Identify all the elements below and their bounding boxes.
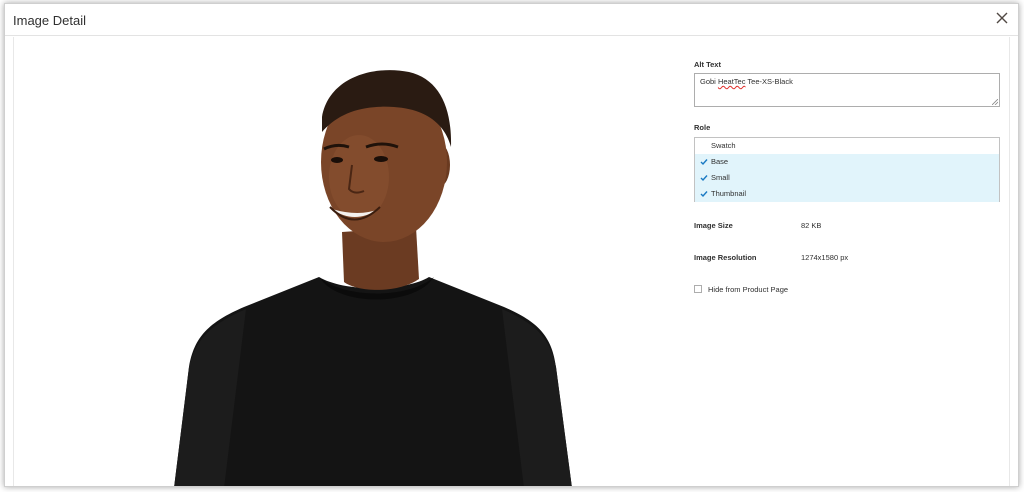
modal-title: Image Detail <box>13 13 86 28</box>
role-multiselect[interactable]: Swatch Base Small Thumbnail <box>694 137 1000 202</box>
resize-grip-icon[interactable] <box>992 99 998 105</box>
close-icon[interactable] <box>994 10 1010 26</box>
image-resolution-value: 1274x1580 px <box>801 253 849 262</box>
hide-from-product-page-label[interactable]: Hide from Product Page <box>708 285 788 294</box>
image-size-label: Image Size <box>694 221 733 230</box>
alt-text-value-start: Gobi <box>700 77 718 86</box>
image-resolution-label: Image Resolution <box>694 253 757 262</box>
image-detail-modal: Image Detail Alt Text Gobi HeatTec Tee-X… <box>4 3 1019 487</box>
alt-text-label: Alt Text <box>694 60 721 69</box>
role-option-swatch[interactable]: Swatch <box>695 138 999 154</box>
check-icon <box>700 191 708 198</box>
role-label: Role <box>694 123 711 132</box>
alt-text-field[interactable]: Gobi HeatTec Tee-XS-Black <box>694 73 1000 107</box>
role-option-label: Base <box>711 157 729 166</box>
check-icon <box>700 175 708 182</box>
product-image <box>14 37 674 486</box>
role-option-thumbnail[interactable]: Thumbnail <box>695 186 999 202</box>
image-size-value: 82 KB <box>801 221 822 230</box>
alt-text-value-misspelled: HeatTec <box>717 77 746 86</box>
model-photo <box>174 70 572 486</box>
role-option-label: Swatch <box>711 141 736 150</box>
modal-body: Alt Text Gobi HeatTec Tee-XS-Black Role … <box>13 37 1010 486</box>
modal-header: Image Detail <box>5 4 1018 36</box>
alt-text-value-end: Tee-XS-Black <box>745 77 793 86</box>
role-option-small[interactable]: Small <box>695 170 999 186</box>
hide-from-product-page-checkbox[interactable] <box>694 285 702 293</box>
role-option-label: Thumbnail <box>711 189 747 198</box>
role-option-base[interactable]: Base <box>695 154 999 170</box>
role-option-label: Small <box>711 173 730 182</box>
check-icon <box>700 159 708 166</box>
